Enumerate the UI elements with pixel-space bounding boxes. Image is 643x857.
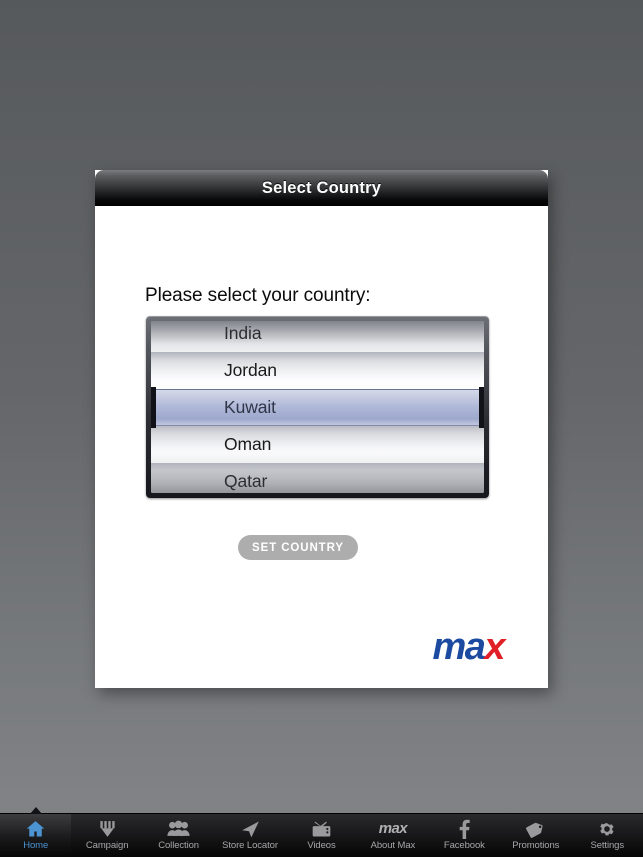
- picker-row[interactable]: India: [151, 321, 484, 352]
- tab-store-locator-label: Store Locator: [222, 840, 278, 851]
- tab-promotions-label: Promotions: [512, 840, 560, 851]
- gear-icon: [597, 818, 617, 839]
- max-wordmark-text: ma: [378, 820, 400, 837]
- tab-settings-label: Settings: [590, 840, 624, 851]
- max-wordmark-text-x: x: [399, 820, 408, 837]
- country-picker-window[interactable]: India Jordan Kuwait Oman Qatar Kuwait: [151, 321, 484, 493]
- tab-facebook-label: Facebook: [443, 840, 485, 851]
- tab-videos[interactable]: Videos: [286, 814, 357, 857]
- dialog-titlebar: Select Country: [95, 170, 548, 206]
- tab-settings[interactable]: Settings: [572, 814, 643, 857]
- tab-bar: Home Campaign Collection Store Locator V…: [0, 807, 643, 857]
- max-logo: max: [432, 626, 505, 668]
- max-wordmark-icon: ma x: [378, 818, 408, 839]
- picker-row[interactable]: Qatar: [151, 463, 484, 493]
- tab-videos-label: Videos: [307, 840, 336, 851]
- set-country-button[interactable]: SET COUNTRY: [238, 535, 358, 560]
- tab-home-label: Home: [23, 840, 49, 851]
- tab-about-max-label: About Max: [370, 840, 416, 851]
- tab-campaign-label: Campaign: [85, 840, 129, 851]
- price-tag-icon: [525, 818, 547, 839]
- picker-row[interactable]: Oman: [151, 426, 484, 463]
- dialog-body: Please select your country: India Jordan…: [95, 206, 548, 688]
- dialog-title: Select Country: [261, 178, 382, 197]
- tab-collection[interactable]: Collection: [143, 814, 214, 857]
- picker-row[interactable]: Kuwait: [151, 389, 484, 426]
- house-icon: [25, 818, 46, 839]
- country-picker-list[interactable]: India Jordan Kuwait Oman Qatar: [151, 321, 484, 493]
- medal-icon: [98, 818, 117, 839]
- max-logo-x: x: [484, 626, 505, 668]
- select-country-dialog: Select Country Please select your countr…: [95, 170, 548, 688]
- country-prompt-label: Please select your country:: [145, 285, 371, 306]
- navigation-arrow-icon: [240, 818, 261, 839]
- tab-about-max[interactable]: ma x About Max: [357, 814, 428, 857]
- tab-promotions[interactable]: Promotions: [500, 814, 571, 857]
- tab-home[interactable]: Home: [0, 807, 72, 857]
- tab-collection-label: Collection: [158, 840, 199, 851]
- picker-row[interactable]: Jordan: [151, 352, 484, 389]
- facebook-f-icon: [458, 818, 471, 839]
- people-icon: [167, 818, 190, 839]
- tab-store-locator[interactable]: Store Locator: [214, 814, 285, 857]
- tab-campaign[interactable]: Campaign: [71, 814, 142, 857]
- tab-facebook[interactable]: Facebook: [429, 814, 500, 857]
- television-icon: [311, 818, 332, 839]
- max-logo-ma: ma: [432, 626, 485, 668]
- country-picker[interactable]: India Jordan Kuwait Oman Qatar Kuwait: [146, 316, 489, 498]
